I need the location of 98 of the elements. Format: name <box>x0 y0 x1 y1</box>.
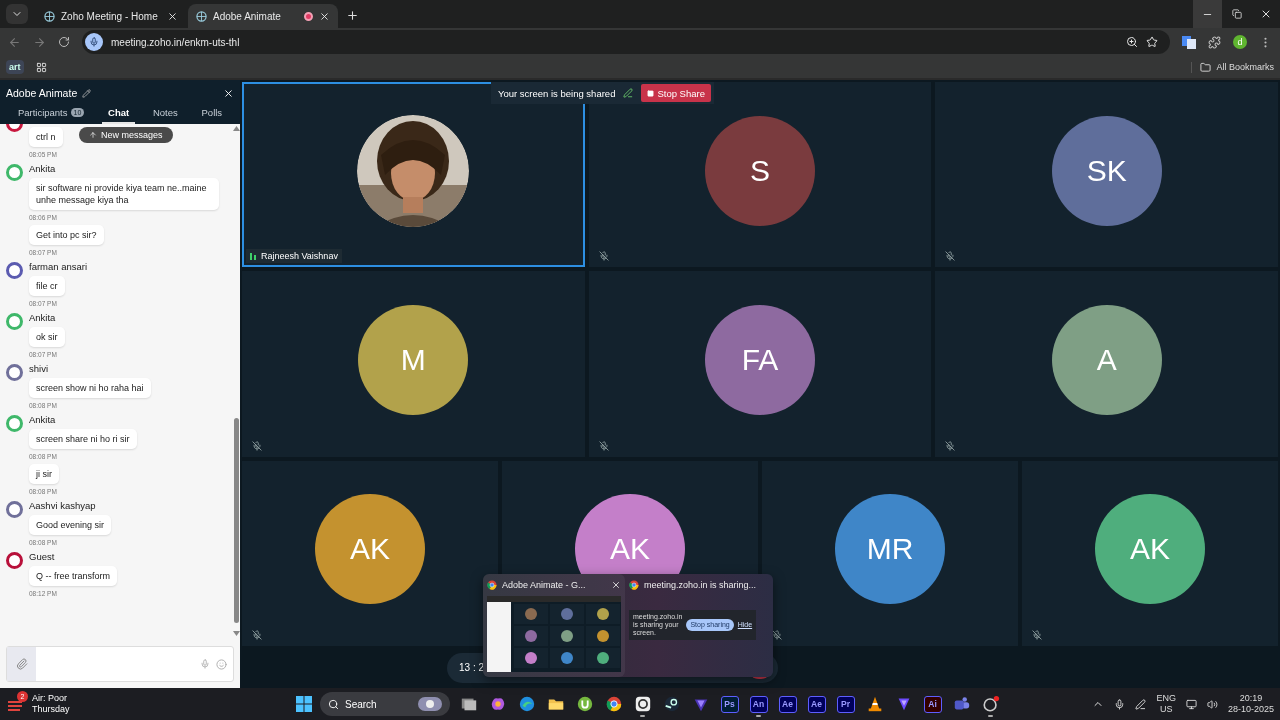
app-icon[interactable]: Ae <box>778 695 797 713</box>
search-icon <box>328 698 339 710</box>
close-icon[interactable] <box>611 580 621 590</box>
participant-avatar: AK <box>315 494 425 605</box>
app-icon[interactable] <box>981 695 1000 713</box>
participant-avatar: S <box>705 115 815 226</box>
message-bubble: Good evening sir <box>29 515 112 535</box>
browser-tab[interactable]: Zoho Meeting - Home <box>36 4 186 28</box>
app-icon[interactable]: Ae <box>807 695 826 713</box>
clock-date[interactable]: 28-10-2025 <box>1227 704 1274 715</box>
reload-icon[interactable] <box>58 36 70 48</box>
arrow-up-icon <box>89 131 97 139</box>
apps-icon[interactable] <box>35 61 47 73</box>
speaker-icon[interactable] <box>1206 698 1218 710</box>
participant-avatar: M <box>358 305 469 415</box>
participant-avatar: AK <box>1095 494 1205 605</box>
message-bubble: sir software ni provide kiya team ne..maine unhe message kiya tha <box>29 178 219 210</box>
sender-name: Ankita <box>29 414 56 426</box>
scrollbar[interactable] <box>232 124 240 638</box>
close-icon[interactable] <box>167 10 178 22</box>
sender-name: Aashvi kashyap <box>29 500 96 512</box>
participant-avatar: SK <box>1051 115 1162 226</box>
restore-icon <box>1231 9 1242 19</box>
microphone-icon[interactable] <box>1114 698 1126 710</box>
message-bubble: screen show ni ho raha hai <box>29 378 151 398</box>
meeting-title: Adobe Animate <box>6 87 78 99</box>
search-highlight-icon <box>418 697 442 711</box>
sender-name: Guest <box>29 551 55 563</box>
message-bubble: ji sir <box>29 464 59 484</box>
message-bubble: ctrl n <box>29 127 63 147</box>
app-icon[interactable]: An <box>749 695 768 713</box>
weather-text[interactable]: Air: Poor <box>32 693 67 704</box>
browser-icon <box>487 580 497 590</box>
app-icon[interactable]: Ps <box>720 695 739 713</box>
edit-icon[interactable] <box>82 88 92 98</box>
stop-icon <box>647 89 655 97</box>
message-bubble: Q -- free transform <box>29 566 117 586</box>
message-bubble: ok sir <box>29 327 65 347</box>
day-text: Thursday <box>32 704 70 715</box>
clock-time[interactable]: 20:19 <box>1239 693 1263 704</box>
region-text[interactable]: US <box>1159 704 1173 715</box>
forward-icon[interactable] <box>33 35 46 49</box>
participant-avatar: A <box>1051 305 1162 415</box>
address-bar[interactable]: meeting.zoho.in/enkm-uts-thl <box>82 30 1170 54</box>
app-icon[interactable]: Pr <box>836 695 855 713</box>
back-icon[interactable] <box>8 35 21 49</box>
windows-start-icon[interactable] <box>296 696 312 712</box>
stop-share-button[interactable]: Stop Share <box>641 84 711 102</box>
meeting-timer: 13 : 2 <box>459 662 485 674</box>
globe-icon <box>196 10 207 22</box>
message-bubble: Get into pc sir? <box>29 225 104 245</box>
sender-name: Ankita <box>29 163 56 175</box>
bookmark-link[interactable]: art <box>6 60 24 74</box>
monitor-icon[interactable] <box>1185 698 1197 710</box>
app-icon[interactable] <box>575 695 594 713</box>
zoom-icon[interactable] <box>1126 36 1138 48</box>
search-field[interactable]: Search <box>320 692 450 716</box>
message-bubble: file cr <box>29 276 65 296</box>
all-bookmarks-link[interactable]: All Bookmarks <box>1216 62 1274 72</box>
browser-icon[interactable] <box>604 695 623 713</box>
participant-avatar: MR <box>835 494 945 605</box>
sender-name: shivi <box>29 363 48 375</box>
pen-icon[interactable] <box>623 88 634 98</box>
app-icon[interactable] <box>633 695 652 713</box>
running-indicator <box>640 715 645 717</box>
panel-tab[interactable]: Notes <box>146 102 184 124</box>
app-icon[interactable] <box>662 695 681 713</box>
participant-name-text: Rajneesh Vaishnav <box>261 251 338 262</box>
sender-name: Ankita <box>29 312 56 324</box>
language-text[interactable]: ENG <box>1156 693 1176 704</box>
app-icon[interactable]: Ai <box>923 695 942 713</box>
participant-avatar: FA <box>705 305 815 415</box>
browser-icon <box>629 580 639 590</box>
scroll-down-icon[interactable] <box>232 631 240 636</box>
new-tab-icon[interactable] <box>346 9 359 22</box>
close-icon[interactable] <box>319 10 330 22</box>
browser-icon[interactable] <box>517 695 536 713</box>
panel-tab[interactable]: Chat <box>102 102 136 124</box>
panel-tab[interactable]: Polls <box>195 102 229 124</box>
translate-icon <box>1182 35 1196 49</box>
new-messages-button[interactable]: New messages <box>79 127 173 143</box>
folder-icon <box>1200 61 1212 73</box>
browser-tab[interactable]: Adobe Animate <box>188 4 338 28</box>
tab-search-button[interactable] <box>6 4 28 24</box>
scroll-up-icon[interactable] <box>232 126 240 131</box>
running-indicator <box>988 715 993 717</box>
microphone-icon <box>85 33 103 51</box>
close-icon[interactable] <box>223 87 234 99</box>
message-bubble: screen share ni ho ri sir <box>29 429 137 449</box>
globe-icon <box>44 10 55 22</box>
video-tile[interactable]: SK <box>935 82 1278 268</box>
pen-icon[interactable] <box>1135 698 1147 710</box>
extensions-icon[interactable] <box>1208 35 1221 49</box>
bookmark-star-icon[interactable] <box>1146 36 1158 48</box>
sender-name: farman ansari <box>29 261 88 273</box>
video-tile[interactable]: MR <box>762 460 1018 646</box>
video-tile[interactable]: FA <box>588 271 932 457</box>
running-indicator <box>756 715 761 717</box>
